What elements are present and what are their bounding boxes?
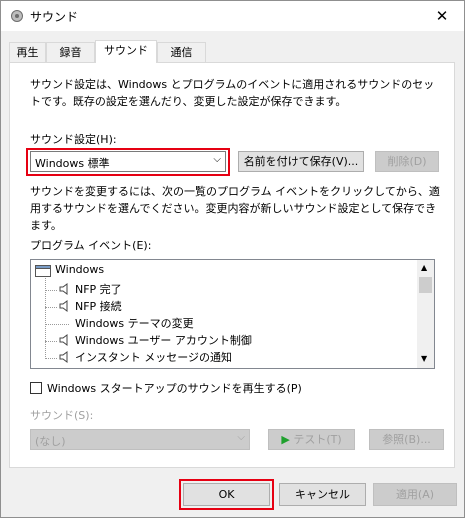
startup-sound-checkbox[interactable] (30, 382, 42, 394)
speaker-icon (59, 351, 68, 363)
scheme-highlight (26, 148, 230, 176)
scheme-label: サウンド設定(H): (30, 133, 117, 146)
speaker-icon (59, 300, 68, 312)
tab-sounds[interactable]: サウンド (95, 40, 157, 63)
sounds-panel: サウンド設定は、Windows とプログラムのイベントに適用されるサウンドのセッ… (9, 62, 455, 468)
apply-button[interactable]: 適用(A) (373, 483, 457, 506)
delete-button[interactable]: 削除(D) (375, 151, 439, 172)
program-events-label: プログラム イベント(E): (30, 239, 152, 252)
windows-app-icon (35, 265, 51, 277)
speaker-icon (59, 334, 68, 346)
tab-recording[interactable]: 録音 (46, 42, 95, 62)
close-button[interactable]: ✕ (420, 1, 464, 31)
tab-communications[interactable]: 通信 (157, 42, 206, 62)
sound-dialog: サウンド ✕ 再生 録音 サウンド 通信 サウンド設定は、Windows とプロ… (0, 0, 465, 518)
cancel-button[interactable]: キャンセル (279, 483, 366, 506)
sound-label: サウンド(S): (30, 409, 94, 422)
scroll-thumb[interactable] (419, 277, 432, 293)
list-item[interactable]: NFP 完了 (31, 280, 418, 297)
sound-value: (なし) (35, 435, 66, 448)
test-button[interactable]: ▶ テスト(T) (268, 429, 355, 450)
scroll-down-icon[interactable]: ▼ (421, 354, 427, 363)
list-item[interactable]: Windows テーマの変更 (31, 314, 418, 331)
program-events-list[interactable]: Windows NFP 完了 NFP 接続 Windows テーマの変更 Win… (30, 259, 435, 369)
scroll-up-icon[interactable]: ▲ (421, 263, 427, 272)
chevron-down-icon: ⌵ (237, 432, 245, 443)
list-item[interactable]: インスタント メッセージの通知 (31, 348, 418, 365)
list-item[interactable]: NFP 接続 (31, 297, 418, 314)
list-scrollbar[interactable]: ▲ ▼ (417, 260, 434, 368)
play-icon: ▶ (281, 433, 290, 446)
ok-highlight (179, 479, 274, 510)
tab-playback[interactable]: 再生 (9, 42, 46, 62)
save-as-button[interactable]: 名前を付けて保存(V)... (238, 151, 364, 172)
title-bar: サウンド ✕ (1, 1, 464, 31)
sound-dropdown[interactable]: (なし) ⌵ (30, 429, 250, 450)
speaker-icon (59, 283, 68, 295)
description-text: サウンド設定は、Windows とプログラムのイベントに適用されるサウンドのセッ… (30, 78, 435, 108)
list-item[interactable]: Windows ユーザー アカウント制御 (31, 331, 418, 348)
window-title: サウンド (30, 10, 79, 24)
browse-button[interactable]: 参照(B)... (369, 429, 444, 450)
startup-sound-label[interactable]: Windows スタートアップのサウンドを再生する(P) (47, 380, 302, 396)
list-item[interactable]: Windows (31, 262, 418, 279)
speaker-settings-icon (11, 10, 23, 22)
instruction-text: サウンドを変更するには、次の一覧のプログラム イベントをクリックしてから、適用す… (30, 185, 440, 232)
